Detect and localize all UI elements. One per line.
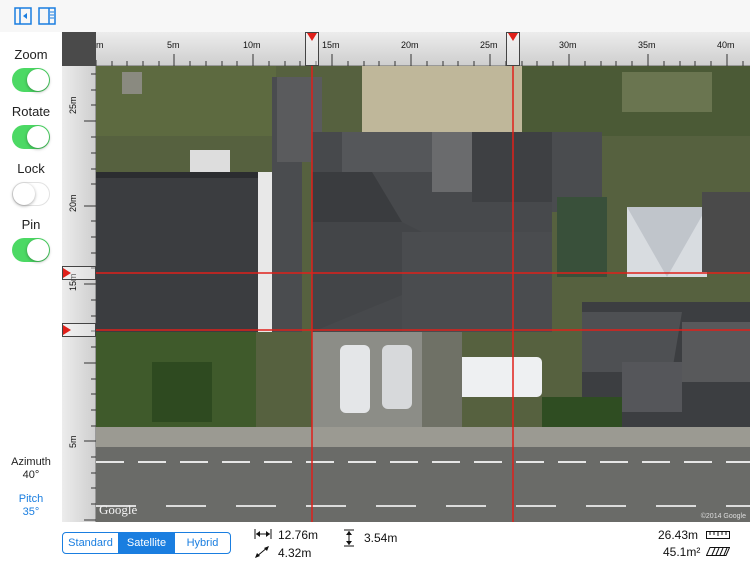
ruler-handle-top[interactable] [62, 266, 96, 280]
top-tick-label: 30m [559, 40, 577, 50]
height-measurement: 3.54m [364, 531, 398, 545]
collapse-panel-icon[interactable] [14, 7, 32, 25]
bottom-bar: Standard Satellite Hybrid 12.76m 4.32m 3… [0, 522, 750, 563]
zoom-label: Zoom [14, 47, 48, 62]
app-window: Zoom Rotate Lock Pin Azimuth 40° Pitch 3… [0, 0, 750, 563]
left-tick-label: 25m [68, 96, 78, 114]
marker-arrow-icon [63, 325, 71, 335]
map-copyright: ©2014 Google [700, 513, 746, 520]
rotate-toggle[interactable] [12, 125, 50, 149]
left-tick-label: 20m [68, 194, 78, 212]
top-ruler[interactable]: m 5m 10m 15m 20m 25m 30m 35m 40m [62, 32, 750, 66]
top-tick-label: 40m [717, 40, 735, 50]
pitch-label: Pitch [18, 493, 44, 505]
google-logo: Google [99, 502, 138, 517]
azimuth-readout: Azimuth 40° [0, 456, 62, 482]
azimuth-label: Azimuth [11, 456, 51, 468]
map-type-standard[interactable]: Standard [63, 533, 119, 553]
pin-control: Pin [0, 217, 62, 262]
diagonal-arrow-icon [254, 545, 270, 559]
left-tick-label: 5m [68, 435, 78, 448]
toggle-knob [27, 69, 49, 91]
ruler-handle-right[interactable] [506, 32, 520, 66]
marker-arrow-icon [307, 33, 317, 41]
pin-toggle[interactable] [12, 238, 50, 262]
ruler-handle-left[interactable] [305, 32, 319, 66]
pin-label: Pin [21, 217, 41, 232]
toggle-knob [13, 183, 35, 205]
marker-arrow-icon [63, 268, 71, 278]
diagonal-measurement: 4.32m [278, 546, 312, 560]
zoom-toggle[interactable] [12, 68, 50, 92]
left-ruler[interactable]: 25m 20m 15m 5m [62, 66, 96, 522]
top-tick-label: 25m [480, 40, 498, 50]
lock-label: Lock [17, 161, 45, 176]
map-type-hybrid[interactable]: Hybrid [175, 533, 230, 553]
ruler-handle-bottom[interactable] [62, 323, 96, 337]
map-type-selector: Standard Satellite Hybrid [62, 532, 231, 554]
perimeter-measurement: 26.43m [658, 528, 699, 542]
top-tick-label: 15m [322, 40, 340, 50]
left-panel: Zoom Rotate Lock Pin Azimuth 40° Pitch 3… [0, 32, 62, 522]
lock-control: Lock [0, 161, 62, 206]
marker-arrow-icon [508, 33, 518, 41]
rotate-control: Rotate [0, 104, 62, 149]
toggle-knob [27, 126, 49, 148]
width-measurement: 12.76m [278, 528, 319, 542]
ruler-corner [62, 32, 96, 66]
width-arrow-icon [254, 528, 272, 540]
rotate-label: Rotate [11, 104, 51, 119]
perimeter-ruler-icon [706, 531, 730, 539]
toggle-knob [27, 239, 49, 261]
top-tick-label: 5m [167, 40, 180, 50]
satellite-imagery [62, 32, 750, 522]
top-tick-label: 10m [243, 40, 261, 50]
lock-toggle[interactable] [12, 182, 50, 206]
zoom-control: Zoom [0, 47, 62, 92]
pitch-readout[interactable]: Pitch 35° [0, 493, 62, 519]
top-toolbar [0, 0, 750, 32]
split-view-icon[interactable] [38, 7, 56, 25]
map-type-satellite[interactable]: Satellite [119, 533, 175, 553]
height-arrow-icon [343, 529, 355, 547]
area-hatch-icon [706, 547, 730, 556]
area-measurement: 45.1m² [663, 545, 701, 559]
azimuth-value: 40° [22, 469, 40, 481]
top-tick-label: 20m [401, 40, 419, 50]
top-tick-label: 35m [638, 40, 656, 50]
top-tick-label: m [96, 40, 104, 50]
left-ruler-scale [84, 73, 96, 521]
satellite-map[interactable]: Google ©2014 Google [62, 32, 750, 522]
pitch-value: 35° [22, 506, 40, 518]
